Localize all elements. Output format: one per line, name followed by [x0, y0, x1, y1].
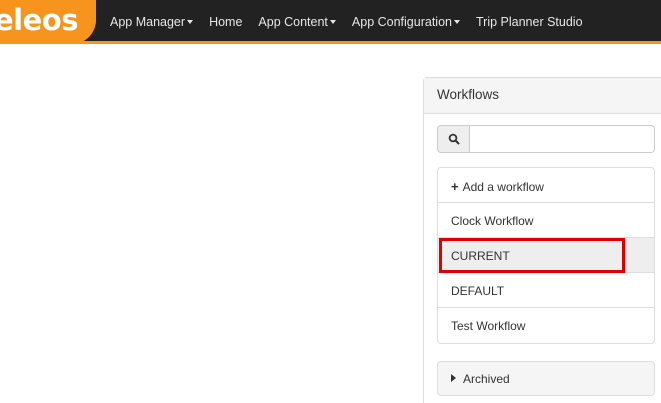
caret-right-icon [451, 374, 456, 382]
workflow-item-current[interactable]: CURRENT [438, 238, 654, 273]
workflow-search-group [437, 125, 655, 153]
caret-down-icon [453, 20, 460, 24]
search-icon [437, 125, 470, 153]
nav-app-configuration-label: App Configuration [351, 15, 452, 29]
add-workflow-label: Add a workflow [462, 180, 544, 194]
workflow-item-test[interactable]: Test Workflow [438, 308, 654, 343]
workflow-item-label: Clock Workflow [451, 214, 534, 228]
workflow-list: + Add a workflow Clock Workflow CURRENT D… [437, 167, 655, 344]
caret-down-icon [329, 20, 336, 24]
eleos-logo[interactable]: eleos [0, 0, 96, 44]
nav-app-configuration[interactable]: App Configuration [352, 15, 460, 29]
nav-home-label: Home [209, 15, 243, 29]
nav-trip-planner-studio[interactable]: Trip Planner Studio [476, 15, 583, 29]
top-navbar: eleos App Manager Home App Content App C… [0, 0, 661, 44]
nav-app-content-label: App Content [258, 15, 328, 29]
workflow-item-default[interactable]: DEFAULT [438, 273, 654, 308]
add-workflow-button[interactable]: + Add a workflow [438, 168, 654, 203]
workflow-item-clock[interactable]: Clock Workflow [438, 203, 654, 238]
workflows-panel-title: Workflows [424, 78, 661, 114]
archived-label: Archived [463, 372, 510, 386]
nav-menu: App Manager Home App Content App Configu… [110, 0, 599, 44]
workflow-item-label: DEFAULT [451, 284, 505, 298]
workflow-search-input[interactable] [470, 125, 655, 153]
caret-down-icon [187, 20, 194, 24]
workflows-panel: Workflows + Add a workflow Clock Workflow… [423, 77, 661, 403]
nav-app-manager[interactable]: App Manager [110, 15, 194, 29]
nav-home[interactable]: Home [209, 15, 242, 29]
archived-toggle[interactable]: Archived [437, 361, 655, 396]
nav-trip-planner-studio-label: Trip Planner Studio [475, 15, 583, 29]
nav-app-manager-label: App Manager [110, 15, 186, 29]
workflow-item-label: Test Workflow [451, 319, 526, 333]
plus-icon: + [451, 179, 459, 194]
workflow-item-label: CURRENT [451, 249, 510, 263]
nav-app-content[interactable]: App Content [258, 15, 336, 29]
